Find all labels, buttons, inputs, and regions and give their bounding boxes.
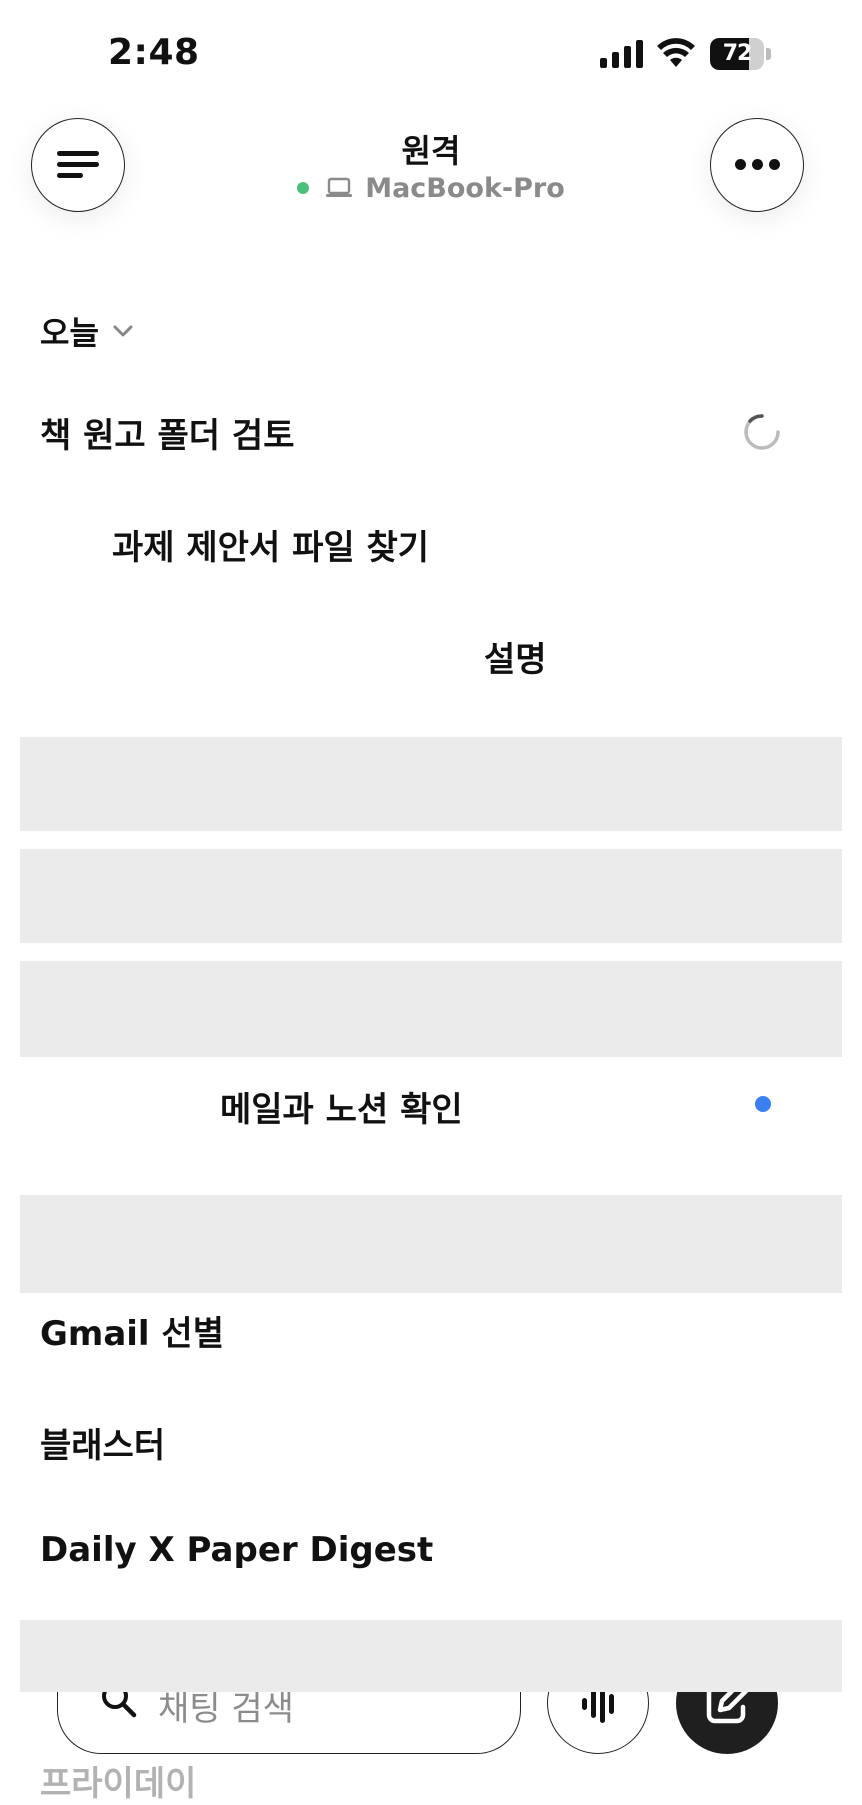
unread-indicator (755, 1096, 771, 1112)
status-bar: 2:48 72 (0, 0, 862, 100)
placeholder-row (20, 737, 842, 831)
section-title: 오늘 (40, 314, 99, 352)
placeholder-row (20, 961, 842, 1057)
chat-item[interactable]: 블래스터 (40, 1418, 165, 1467)
chat-item[interactable]: Daily X Paper Digest (40, 1530, 433, 1570)
device-name: MacBook-Pro (365, 172, 565, 204)
status-time: 2:48 (108, 32, 200, 73)
laptop-icon (326, 177, 353, 197)
chat-item[interactable]: 과제 제안서 파일 찾기 (112, 520, 429, 569)
more-options-button[interactable] (710, 118, 804, 212)
loading-spinner-icon (744, 414, 780, 450)
chat-item[interactable]: Gmail 선별 (40, 1306, 224, 1355)
chat-item[interactable]: 설명 (484, 632, 547, 681)
chat-item[interactable]: 프라이데이 (40, 1756, 196, 1805)
wifi-icon (657, 38, 695, 67)
section-dropdown[interactable]: 오늘 (40, 308, 135, 354)
more-horizontal-icon (735, 159, 781, 171)
placeholder-row (20, 849, 842, 943)
battery-icon: 72 (710, 38, 772, 70)
placeholder-row (20, 1195, 842, 1293)
placeholder-row (20, 1620, 842, 1692)
chat-item[interactable]: 책 원고 폴더 검토 (40, 408, 294, 457)
battery-level: 72 (722, 41, 753, 66)
chat-item[interactable]: 메일과 노션 확인 (220, 1082, 463, 1131)
online-status-dot (297, 182, 310, 194)
chevron-down-icon (113, 325, 133, 337)
cellular-signal-icon (600, 40, 643, 68)
